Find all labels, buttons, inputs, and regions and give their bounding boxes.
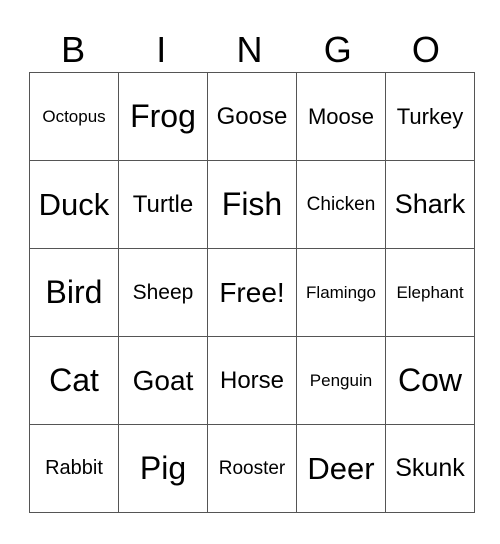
bingo-cell[interactable]: Chicken — [296, 160, 386, 249]
bingo-cell[interactable]: Turtle — [118, 160, 208, 249]
bingo-cell[interactable]: Rooster — [207, 424, 297, 513]
bingo-cell[interactable]: Duck — [29, 160, 119, 249]
bingo-cell[interactable]: Moose — [296, 72, 386, 161]
header-letter-g: G — [323, 29, 352, 70]
bingo-cell[interactable]: Bird — [29, 248, 119, 337]
bingo-cell[interactable]: Flamingo — [296, 248, 386, 337]
grid-row: Octopus Frog Goose Moose Turkey — [29, 72, 475, 161]
bingo-cell[interactable]: Deer — [296, 424, 386, 513]
bingo-cell[interactable]: Sheep — [118, 248, 208, 337]
bingo-cell[interactable]: Frog — [118, 72, 208, 161]
bingo-cell[interactable]: Pig — [118, 424, 208, 513]
bingo-cell[interactable]: Horse — [207, 336, 297, 425]
bingo-cell[interactable]: Elephant — [385, 248, 475, 337]
bingo-cell[interactable]: Rabbit — [29, 424, 119, 513]
bingo-cell[interactable]: Turkey — [385, 72, 475, 161]
header-letter-b: B — [61, 29, 86, 70]
header-letter-i: I — [156, 29, 167, 70]
bingo-cell[interactable]: Cow — [385, 336, 475, 425]
bingo-cell[interactable]: Penguin — [296, 336, 386, 425]
grid-row: Duck Turtle Fish Chicken Shark — [29, 160, 475, 249]
bingo-card-grid: Octopus Frog Goose Moose Turkey Duck Tur… — [29, 72, 475, 513]
header-letter-o: O — [411, 29, 440, 70]
free-space-cell[interactable]: Free! — [207, 248, 297, 337]
grid-row: Bird Sheep Free! Flamingo Elephant — [29, 248, 475, 337]
bingo-cell[interactable]: Fish — [207, 160, 297, 249]
bingo-cell[interactable]: Octopus — [29, 72, 119, 161]
bingo-header: B I N G O — [29, 28, 470, 72]
bingo-cell[interactable]: Skunk — [385, 424, 475, 513]
bingo-cell[interactable]: Cat — [29, 336, 119, 425]
grid-row: Cat Goat Horse Penguin Cow — [29, 336, 475, 425]
bingo-cell[interactable]: Goose — [207, 72, 297, 161]
bingo-cell[interactable]: Goat — [118, 336, 208, 425]
grid-row: Rabbit Pig Rooster Deer Skunk — [29, 424, 475, 513]
bingo-cell[interactable]: Shark — [385, 160, 475, 249]
header-letter-n: N — [236, 29, 263, 70]
